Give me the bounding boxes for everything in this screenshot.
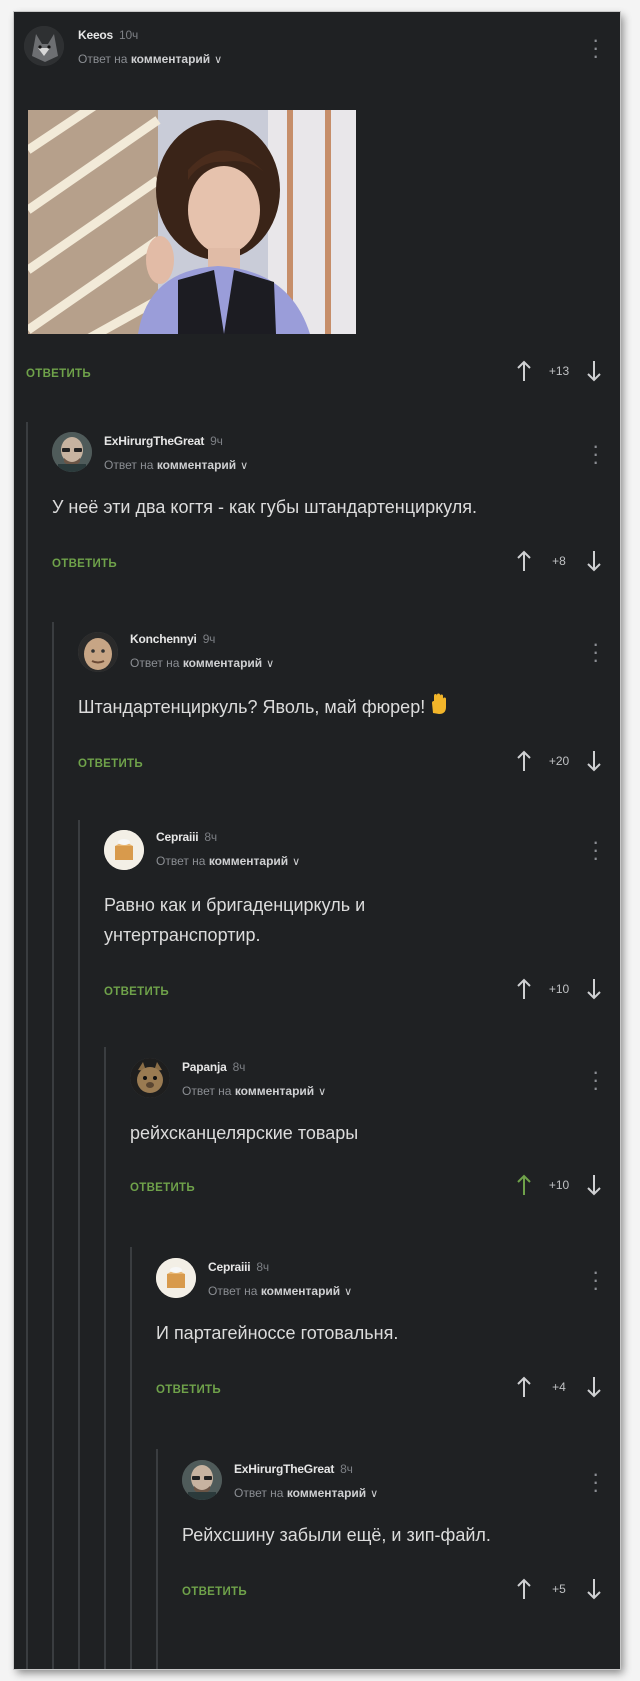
reply-button[interactable]: ОТВЕТИТЬ xyxy=(182,1586,247,1598)
thread-line xyxy=(78,820,80,1669)
upvote-arrow-icon[interactable] xyxy=(512,548,536,574)
reply-to-link[interactable]: Ответ на комментарий ∨ xyxy=(182,1084,326,1098)
comment-score: +10 xyxy=(548,1178,570,1192)
comment-text: Рейхсшину забыли ещё, и зип-файл. xyxy=(182,1525,491,1545)
downvote-arrow-icon[interactable] xyxy=(582,358,606,384)
upvote-arrow-icon[interactable] xyxy=(512,358,536,384)
more-options-icon[interactable]: · · · xyxy=(592,831,599,869)
comment-score: +13 xyxy=(548,364,570,378)
more-options-icon[interactable]: · · · xyxy=(592,1261,599,1299)
more-options-icon[interactable]: · · · xyxy=(592,1061,599,1099)
chevron-down-icon: ∨ xyxy=(292,856,301,868)
upvote-arrow-icon[interactable] xyxy=(512,1576,536,1602)
upvote-arrow-icon[interactable] xyxy=(512,976,536,1002)
thread-line xyxy=(130,1247,132,1669)
comment-time: 8ч xyxy=(204,830,217,844)
comment-text: Штандартенциркуль? Яволь, май фюрер! xyxy=(78,692,447,724)
downvote-arrow-icon[interactable] xyxy=(582,1172,606,1198)
thread-line xyxy=(26,422,28,1669)
chevron-down-icon: ∨ xyxy=(318,1086,327,1098)
comment-text: рейхсканцелярские товары xyxy=(130,1123,359,1143)
reply-to-link[interactable]: Ответ на комментарий ∨ xyxy=(208,1284,352,1298)
comment-text: Равно как и бригаденциркуль и унтертранс… xyxy=(104,890,365,950)
reply-button[interactable]: ОТВЕТИТЬ xyxy=(104,986,169,998)
more-options-icon[interactable]: · · · xyxy=(592,633,599,671)
downvote-arrow-icon[interactable] xyxy=(582,976,606,1002)
downvote-arrow-icon[interactable] xyxy=(582,748,606,774)
chevron-down-icon: ∨ xyxy=(266,658,275,670)
downvote-arrow-icon[interactable] xyxy=(582,548,606,574)
reply-to-link[interactable]: Ответ на комментарий ∨ xyxy=(234,1486,378,1500)
reply-button[interactable]: ОТВЕТИТЬ xyxy=(130,1182,195,1194)
vote-controls: +13 xyxy=(512,358,606,384)
chevron-down-icon: ∨ xyxy=(214,54,223,66)
upvote-arrow-icon[interactable] xyxy=(512,1374,536,1400)
downvote-arrow-icon[interactable] xyxy=(582,1576,606,1602)
comment-thread: Keeos 10ч Ответ на комментарий ∨ · · · О… xyxy=(14,12,620,1669)
reply-button[interactable]: ОТВЕТИТЬ xyxy=(26,368,91,380)
cat-avatar-icon[interactable] xyxy=(130,1058,170,1098)
vote-controls: +5 xyxy=(512,1576,606,1602)
comment-score: +20 xyxy=(548,754,570,768)
comment-score: +8 xyxy=(552,554,566,568)
comment-time: 10ч xyxy=(119,28,139,42)
reply-to-link[interactable]: Ответ на комментарий ∨ xyxy=(156,854,300,868)
vote-controls: +20 xyxy=(512,748,606,774)
comment-text: У неё эти два когтя - как губы штандарте… xyxy=(52,497,478,517)
face-avatar-icon[interactable] xyxy=(78,632,118,672)
comment-time: 9ч xyxy=(210,434,223,448)
bald-man-avatar-icon[interactable] xyxy=(52,432,92,472)
vote-controls: +10 xyxy=(512,976,606,1002)
chevron-down-icon: ∨ xyxy=(370,1488,379,1500)
reply-button[interactable]: ОТВЕТИТЬ xyxy=(52,558,117,570)
comment-author[interactable]: ExHirurgTheGreat 9ч xyxy=(104,434,223,448)
more-options-icon[interactable]: · · · xyxy=(592,435,599,473)
reply-button[interactable]: ОТВЕТИТЬ xyxy=(78,758,143,770)
reply-to-link[interactable]: Ответ на комментарий ∨ xyxy=(130,656,274,670)
wolf-avatar-icon[interactable] xyxy=(24,26,64,66)
comment-time: 8ч xyxy=(256,1260,269,1274)
bald-man-avatar-icon[interactable] xyxy=(182,1460,222,1500)
comment-author[interactable]: Cepraiii 8ч xyxy=(208,1260,269,1274)
comment-score: +5 xyxy=(552,1582,566,1596)
comment-author[interactable]: Keeos 10ч xyxy=(78,28,138,42)
more-options-icon[interactable]: · · · xyxy=(592,1463,599,1501)
more-options-icon[interactable]: · · · xyxy=(592,29,599,67)
comment-text-line: Равно как и бригаденциркуль и xyxy=(104,895,366,915)
thread-line xyxy=(104,1047,106,1669)
thread-line xyxy=(156,1449,158,1669)
comment-time: 8ч xyxy=(340,1462,353,1476)
chevron-down-icon: ∨ xyxy=(240,460,249,472)
reply-button[interactable]: ОТВЕТИТЬ xyxy=(156,1384,221,1396)
comment-time: 8ч xyxy=(232,1060,246,1074)
downvote-arrow-icon[interactable] xyxy=(582,1374,606,1400)
comment-score: +10 xyxy=(548,982,570,996)
thread-line xyxy=(52,622,54,1669)
vote-controls: +10 xyxy=(512,1172,606,1198)
box-avatar-icon[interactable] xyxy=(156,1258,196,1298)
vote-controls: +4 xyxy=(512,1374,606,1400)
comment-time: 9ч xyxy=(202,632,216,646)
comment-text: И партагейноссе готовальня. xyxy=(156,1323,399,1343)
box-avatar-icon[interactable] xyxy=(104,830,144,870)
comment-image[interactable] xyxy=(28,110,356,334)
comment-author[interactable]: Konchennyi 9ч xyxy=(130,632,215,646)
reply-to-link[interactable]: Ответ на комментарий ∨ xyxy=(104,458,248,472)
upvote-arrow-icon[interactable] xyxy=(512,748,536,774)
raised-hand-emoji-icon xyxy=(429,693,447,724)
comment-author[interactable]: Papanja 8ч xyxy=(182,1060,245,1074)
comment-text-line: унтертранспортир. xyxy=(104,925,261,945)
upvote-arrow-icon[interactable] xyxy=(512,1172,536,1198)
reply-to-link[interactable]: Ответ на комментарий ∨ xyxy=(78,52,222,66)
vote-controls: +8 xyxy=(512,548,606,574)
comment-author[interactable]: ExHirurgTheGreat 8ч xyxy=(234,1462,353,1476)
chevron-down-icon: ∨ xyxy=(344,1286,353,1298)
comment-author[interactable]: Cepraiii 8ч xyxy=(156,830,217,844)
comment-score: +4 xyxy=(552,1380,566,1394)
